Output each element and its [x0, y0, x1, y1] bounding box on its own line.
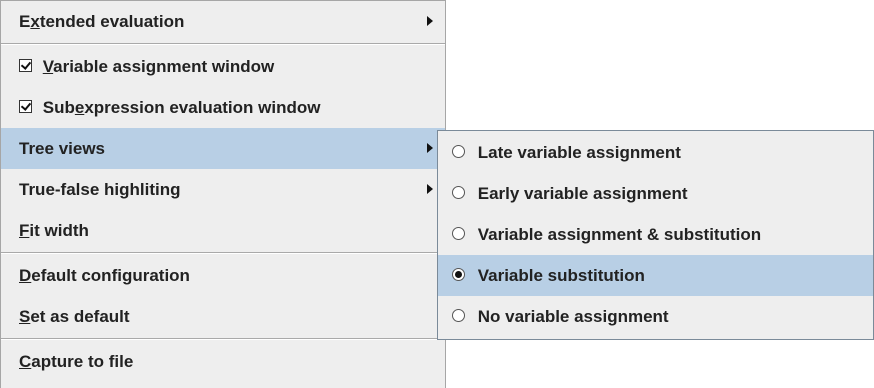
menu-item-label: Default configuration [19, 266, 190, 285]
menu-item-variable-assignment-window[interactable]: Variable assignment window [1, 46, 445, 87]
radio-button-icon [452, 145, 465, 159]
context-menu: Extended evaluation Variable assignment … [0, 0, 446, 388]
submenu-arrow-icon [427, 184, 433, 194]
radio-item-early-variable-assignment[interactable]: Early variable assignment [438, 173, 873, 214]
checkbox-checked-icon [19, 100, 32, 114]
menu-item-subexpression-evaluation-window[interactable]: Subexpression evaluation window [1, 87, 445, 128]
menu-separator [1, 43, 445, 45]
menu-separator [1, 252, 445, 254]
radio-item-variable-assignment-substitution[interactable]: Variable assignment & substitution [438, 214, 873, 255]
menu-item-capture-to-file[interactable]: Capture to file [1, 341, 445, 382]
menu-item-label: Set as default [19, 307, 130, 326]
menu-item-label: Subexpression evaluation window [42, 98, 321, 117]
radio-item-no-variable-assignment[interactable]: No variable assignment [438, 296, 873, 337]
menu-item-true-false-highliting[interactable]: True-false highliting [1, 169, 445, 210]
menu-item-label: True-false highliting [19, 180, 181, 199]
menu-item-set-as-default[interactable]: Set as default [1, 296, 445, 337]
submenu-arrow-icon [427, 143, 433, 153]
menu-item-label: Capture to file [19, 352, 134, 371]
tree-views-submenu: Late variable assignment Early variable … [437, 130, 874, 340]
menu-item-label: Fit width [19, 221, 89, 240]
submenu-arrow-icon [427, 16, 433, 26]
menu-item-default-configuration[interactable]: Default configuration [1, 255, 445, 296]
radio-item-label: Variable assignment & substitution [477, 225, 762, 244]
menu-item-label: Tree views [19, 139, 106, 158]
radio-item-variable-substitution[interactable]: Variable substitution [438, 255, 873, 296]
radio-button-selected-icon [452, 268, 465, 282]
checkbox-checked-icon [19, 59, 32, 73]
radio-item-late-variable-assignment[interactable]: Late variable assignment [438, 132, 873, 173]
menu-item-extended-evaluation[interactable]: Extended evaluation [1, 1, 445, 42]
radio-item-label: Variable substitution [477, 266, 645, 285]
radio-button-icon [452, 309, 465, 323]
menu-item-label: Variable assignment window [42, 57, 275, 76]
radio-item-label: No variable assignment [477, 307, 669, 326]
radio-item-label: Early variable assignment [477, 184, 688, 203]
menu-item-label: Extended evaluation [19, 12, 185, 31]
radio-button-icon [452, 227, 465, 241]
menu-item-tree-views[interactable]: Tree views [1, 128, 445, 169]
menu-separator [1, 338, 445, 340]
radio-item-label: Late variable assignment [477, 143, 681, 162]
menu-item-fit-width[interactable]: Fit width [1, 210, 445, 251]
radio-button-icon [452, 186, 465, 200]
